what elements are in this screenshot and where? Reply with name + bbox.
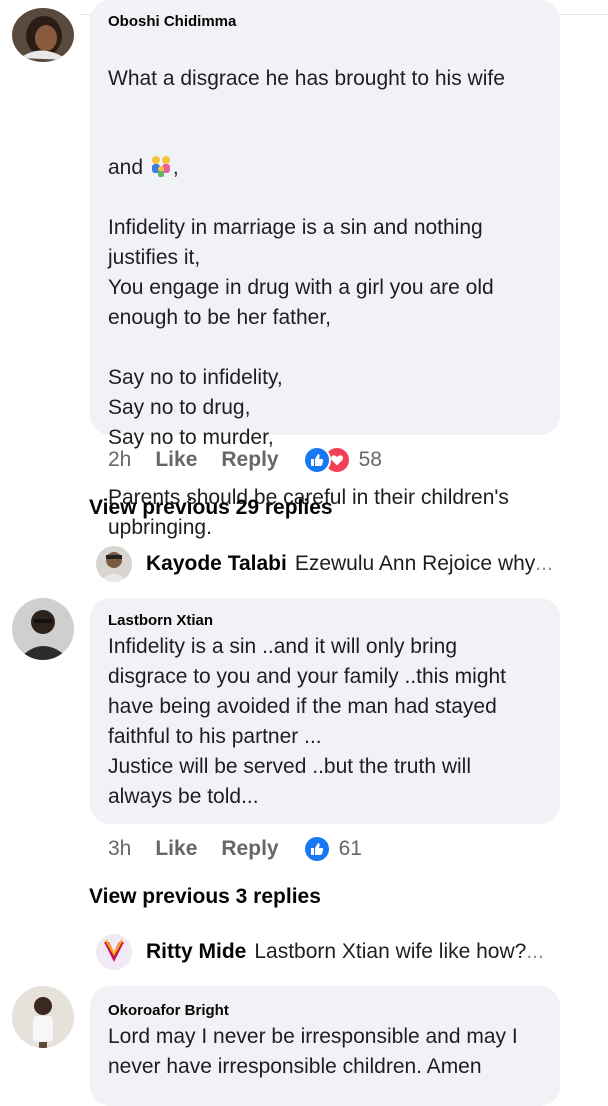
comment-actions: 3h Like Reply 61 [108,834,362,864]
like-reaction-icon [302,835,331,863]
comment-text-rest: Infidelity in marriage is a sin and noth… [108,216,509,539]
comment-bubble: Lastborn Xtian Infidelity is a sin ..and… [90,598,560,824]
reply-button[interactable]: Reply [221,448,278,472]
avatar[interactable] [96,546,132,582]
comment-author[interactable]: Lastborn Xtian [108,612,213,629]
comment-bubble: Oboshi Chidimma What a disgrace he has b… [90,0,560,539]
avatar[interactable] [96,934,132,970]
reactions[interactable] [302,835,331,863]
reply-text: Ezewulu Ann Rejoice why [294,552,536,575]
comment-author[interactable]: Okoroafor Bright [108,1002,229,1019]
family-emoji-icon [149,124,173,177]
comment-time[interactable]: 2h [108,448,131,472]
reply-author[interactable]: Ritty Mide [146,940,246,964]
view-previous-replies[interactable]: View previous 3 replies [89,885,321,909]
reply-ellipsis: ... [526,940,544,963]
reply-author[interactable]: Kayode Talabi [146,552,287,576]
avatar[interactable] [12,986,74,1048]
comment-text-line: , [172,156,179,179]
comment-text: Infidelity is a sin ..and it will only b… [108,635,507,808]
comment-bubble: Okoroafor Bright Lord may I never be irr… [90,986,560,1106]
reply-preview[interactable]: Kayode Talabi Ezewulu Ann Rejoice why... [96,546,578,582]
reply-button[interactable]: Reply [221,837,278,861]
reactions[interactable] [302,446,351,474]
reaction-count[interactable]: 58 [359,448,382,472]
comment-text: Lord may I never be irresponsible and ma… [108,1025,518,1078]
comment-time[interactable]: 3h [108,837,131,861]
comment-actions: 2h Like Reply 58 [108,445,382,475]
comment-author[interactable]: Oboshi Chidimma [108,13,236,30]
like-reaction-icon [302,446,331,474]
avatar[interactable] [12,8,74,62]
view-previous-replies[interactable]: View previous 29 replies [89,496,333,520]
comment-text-line: What a disgrace he has brought to his wi… [108,67,505,90]
reply-ellipsis: ... [535,552,553,575]
reply-preview[interactable]: Ritty Mide Lastborn Xtian wife like how?… [96,934,578,970]
reaction-count[interactable]: 61 [339,837,362,861]
comment-text-line: and [108,156,149,179]
like-button[interactable]: Like [155,448,197,472]
like-button[interactable]: Like [155,837,197,861]
avatar[interactable] [12,598,74,660]
reply-text: Lastborn Xtian wife like how? [254,940,527,963]
